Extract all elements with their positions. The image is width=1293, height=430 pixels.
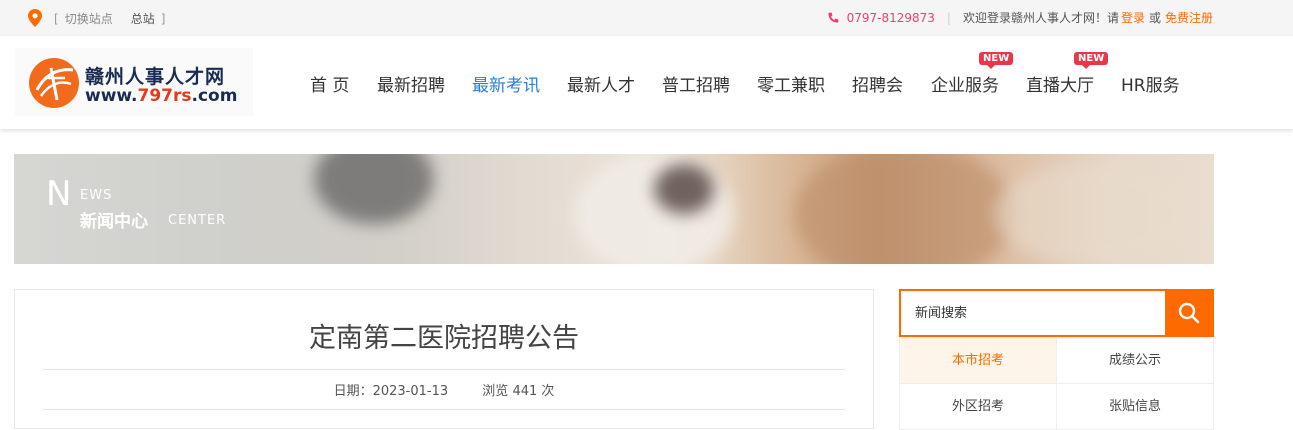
nav-latest-jobs[interactable]: 最新招聘 — [377, 71, 445, 96]
nav-enterprise-services[interactable]: NEW 企业服务 — [931, 52, 1014, 96]
nav-general-jobs[interactable]: 普工招聘 — [662, 71, 730, 96]
nav-job-fair[interactable]: 招聘会 — [852, 71, 903, 96]
banner-n-letter: N — [46, 174, 72, 214]
nav-label: 最新招聘 — [377, 76, 445, 96]
nav-part-time[interactable]: 零工兼职 — [757, 71, 825, 96]
date-label: 日期： — [333, 384, 373, 399]
tab-local-exams[interactable]: 本市招考 — [899, 337, 1057, 384]
logo-url-suffix: .com — [191, 86, 238, 106]
news-search-box — [899, 289, 1214, 337]
tab-posted-info[interactable]: 张贴信息 — [1056, 383, 1214, 430]
article-meta: 日期：2023-01-13 浏览 441 次 — [15, 380, 873, 399]
current-site-label: 总站 — [130, 12, 155, 26]
new-badge: NEW — [1074, 52, 1109, 69]
logo-url: www.797rs.com — [85, 86, 237, 106]
nav-label: 首 页 — [310, 76, 350, 96]
switch-site-link[interactable]: 切换站点 — [65, 12, 113, 26]
nav-hr-services[interactable]: HR服务 — [1121, 71, 1180, 96]
news-category-tabs: 本市招考 成绩公示 外区招考 张贴信息 — [899, 337, 1214, 430]
nav-label: 最新人才 — [567, 76, 635, 96]
banner-blur-shape — [994, 164, 1194, 264]
logo-name: 赣州人事人才网 — [85, 66, 226, 88]
search-button[interactable] — [1165, 291, 1212, 335]
or-text: 或 — [1148, 11, 1161, 25]
tab-external-exams[interactable]: 外区招考 — [899, 383, 1057, 430]
nav-latest-talent[interactable]: 最新人才 — [567, 71, 635, 96]
nav-label: 招聘会 — [852, 76, 903, 96]
banner-blur-shape — [654, 164, 714, 214]
logo-url-highlight: 797rs — [137, 86, 192, 106]
article-divider — [43, 409, 845, 410]
topbar-right: 0797-8129873 | 欢迎登录赣州人事人才网！请 登录 或 免费注册 — [827, 9, 1213, 26]
site-header: 赣州人事人才网 www.797rs.com 首 页 最新招聘 最新考讯 最新人才… — [0, 36, 1293, 129]
banner-ews: EWS — [80, 188, 113, 203]
phone-icon — [828, 12, 838, 22]
nav-label: HR服务 — [1121, 76, 1180, 96]
nav-label: 最新考讯 — [472, 76, 540, 96]
location-pin-icon — [28, 9, 42, 27]
nav-label: 直播大厅 — [1026, 76, 1094, 96]
tab-score-announcements[interactable]: 成绩公示 — [1056, 337, 1214, 384]
nav-home[interactable]: 首 页 — [310, 71, 349, 96]
article-divider — [43, 369, 845, 370]
banner-blur-shape — [794, 154, 1014, 264]
news-banner: N EWS 新闻中心 CENTER — [14, 154, 1214, 264]
site-switcher[interactable]: [ 切换站点 总站] — [54, 10, 165, 27]
new-badge: NEW — [979, 52, 1014, 69]
nav-label: 零工兼职 — [757, 76, 825, 96]
bracket-close: ] — [160, 12, 166, 26]
site-logo[interactable]: 赣州人事人才网 www.797rs.com — [15, 48, 253, 116]
views-label: 浏览 — [482, 384, 509, 399]
views-count: 441 — [512, 384, 538, 399]
nav-latest-exams[interactable]: 最新考讯 — [472, 71, 540, 96]
bracket-open: [ — [54, 12, 59, 26]
nav-label: 普工招聘 — [662, 76, 730, 96]
article-panel: 定南第二医院招聘公告 日期：2023-01-13 浏览 441 次 — [14, 289, 874, 429]
phone-number: 0797-8129873 — [846, 10, 935, 25]
top-bar: [ 切换站点 总站] 0797-8129873 | 欢迎登录赣州人事人才网！请 登录… — [0, 0, 1293, 36]
views-unit: 次 — [541, 384, 555, 399]
welcome-text: 欢迎登录赣州人事人才网！请 — [962, 11, 1119, 25]
banner-title: 新闻中心 — [80, 212, 148, 232]
register-link[interactable]: 免费注册 — [1165, 9, 1213, 26]
login-link[interactable]: 登录 — [1121, 9, 1145, 26]
logo-emblem-icon — [29, 58, 79, 108]
nav-live-hall[interactable]: NEW 直播大厅 — [1026, 52, 1109, 96]
banner-blur-shape — [574, 154, 734, 264]
article-title: 定南第二医院招聘公告 — [309, 323, 579, 354]
banner-blur-shape — [314, 154, 434, 224]
logo-url-prefix: www. — [85, 86, 138, 106]
topbar-separator: | — [946, 10, 951, 25]
article-date: 2023-01-13 — [372, 384, 449, 399]
search-icon — [1178, 302, 1199, 324]
news-search-input[interactable] — [901, 291, 1166, 335]
nav-label: 企业服务 — [931, 76, 999, 96]
banner-center: CENTER — [168, 213, 227, 228]
